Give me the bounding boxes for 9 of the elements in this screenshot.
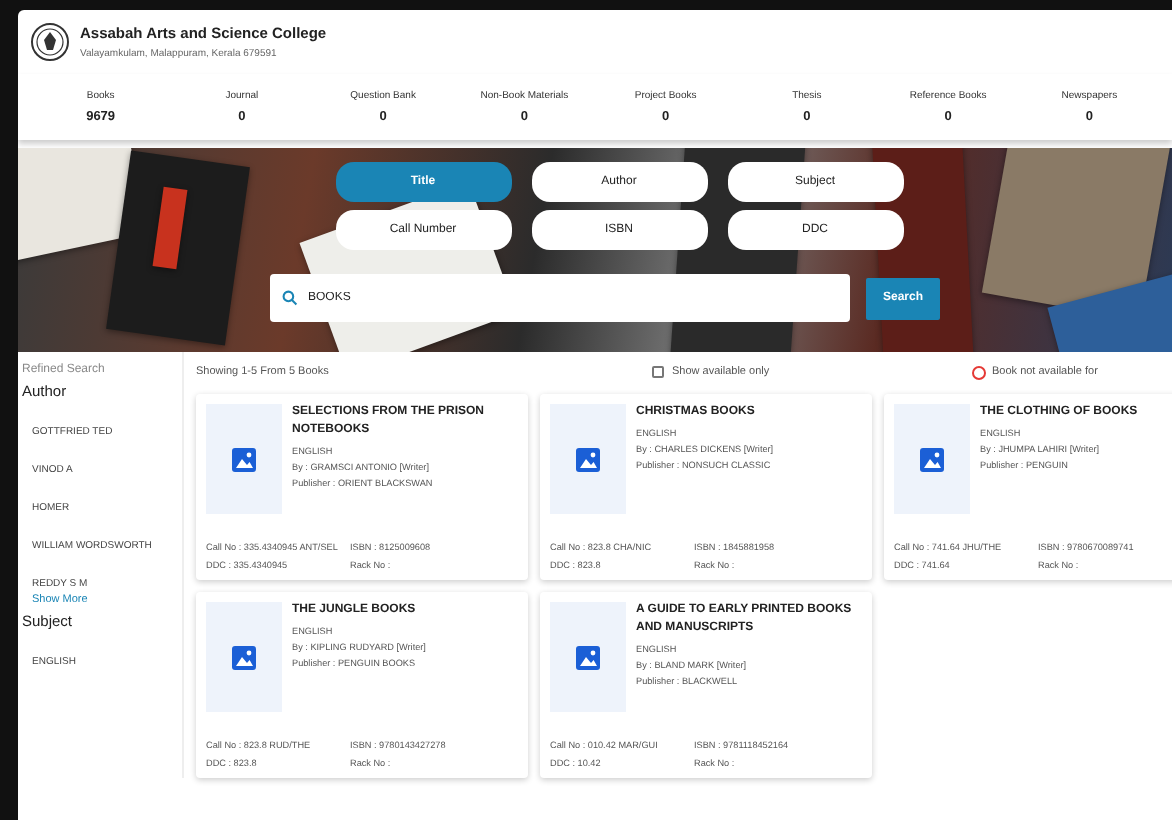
image-icon: [576, 447, 600, 471]
unavailable-legend-icon: [972, 365, 986, 379]
image-icon: [576, 645, 600, 669]
image-icon: [232, 447, 256, 471]
image-icon: [232, 645, 256, 669]
image-icon: [920, 447, 944, 471]
search-icon: [282, 290, 298, 306]
college-seal-icon: [30, 22, 70, 62]
checkbox[interactable]: [652, 366, 664, 378]
